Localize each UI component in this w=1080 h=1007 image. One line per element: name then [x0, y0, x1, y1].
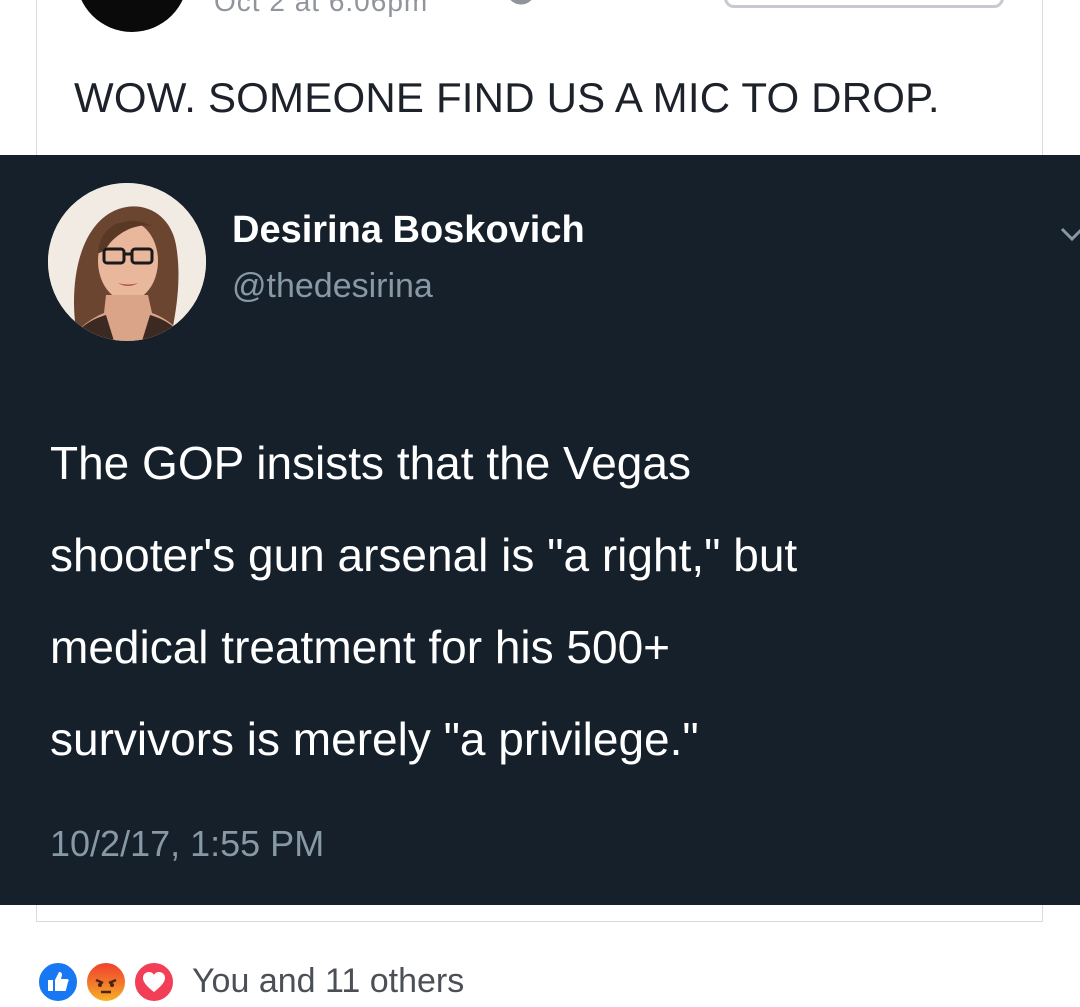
tweet-author-handle: @thedesirina: [232, 267, 433, 305]
tweet-text: The GOP insists that the Vegas shooter's…: [50, 417, 1060, 785]
card-border: [36, 905, 37, 922]
poster-avatar[interactable]: [76, 0, 188, 32]
love-icon: [132, 960, 176, 1004]
post-timestamp[interactable]: Oct 2 at 6:06pm: [214, 0, 428, 18]
globe-icon: [510, 0, 532, 5]
tweet-timestamp: 10/2/17, 1:55 PM: [50, 823, 325, 864]
tweet-text-line: The GOP insists that the Vegas: [50, 437, 691, 489]
reactions-bar[interactable]: You and 11 others: [36, 960, 636, 1007]
like-icon: [36, 960, 80, 1004]
tweet-text-line: survivors is merely "a privilege.": [50, 713, 699, 765]
angry-icon: [84, 960, 128, 1004]
post-caption: WOW. SOMEONE FIND US A MIC TO DROP.: [74, 74, 940, 121]
card-border: [1042, 905, 1043, 922]
tweet-author-name: Desirina Boskovich: [232, 209, 585, 251]
reaction-summary[interactable]: You and 11 others: [192, 962, 464, 1001]
tweet-text-line: medical treatment for his 500+: [50, 621, 671, 673]
tweet-text-line: shooter's gun arsenal is "a right," but: [50, 529, 798, 581]
tweet-image[interactable]: Desirina Boskovich @thedesirina The GOP …: [0, 155, 1080, 905]
card-border: [1042, 0, 1043, 155]
card-border: [36, 921, 1043, 922]
tweet-avatar: [48, 183, 206, 341]
chevron-down-icon: [1060, 227, 1080, 242]
facebook-post: Oct 2 at 6:06pm WOW. SOMEONE FIND US A M…: [0, 0, 1080, 1007]
card-border: [36, 0, 37, 155]
follow-button[interactable]: [724, 0, 1004, 8]
